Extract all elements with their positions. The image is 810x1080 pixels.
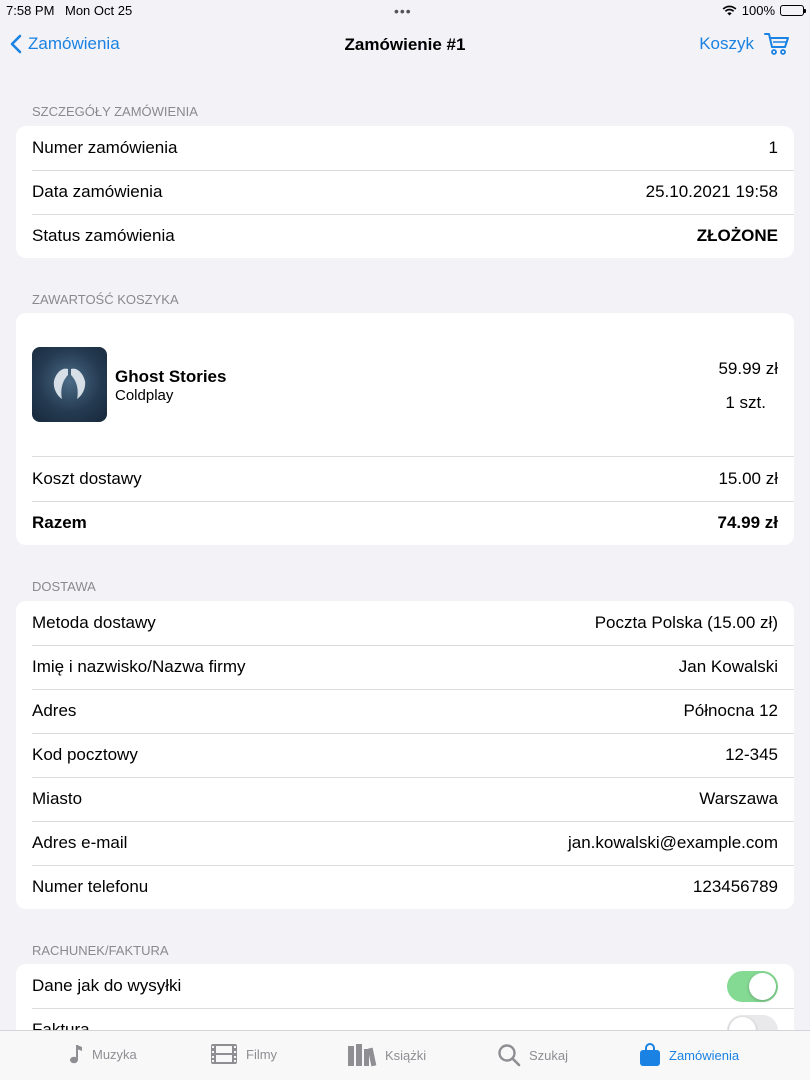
row-value: 1 [768, 138, 778, 157]
total-value: 74.99 zł [717, 513, 779, 532]
tab-label: Szukaj [529, 1047, 569, 1063]
item-price: 59.99 zł [718, 359, 778, 378]
row-label: Kod pocztowy [32, 745, 138, 764]
row-label: Data zamówienia [32, 182, 163, 201]
music-note-icon [70, 1045, 82, 1064]
invoice-row-same-as-shipping: Dane jak do wysyłki [16, 964, 794, 1008]
details-card: Numer zamówienia 1 Data zamówienia 25.10… [16, 126, 794, 258]
search-icon [498, 1044, 521, 1067]
tab-bar: Muzyka Filmy Książki Szukaj Zamówienia [0, 1030, 810, 1080]
cart-button[interactable]: Koszyk [699, 32, 790, 56]
section-header-invoice: RACHUNEK/FAKTURA [32, 943, 169, 958]
cart-icon [764, 33, 789, 55]
row-label: Metoda dostawy [32, 613, 156, 632]
cart-card: Ghost Stories Coldplay 59.99 zł 1 szt. K… [16, 313, 794, 545]
status-time: 7:58 PM [6, 3, 55, 18]
delivery-row-method: Metoda dostawy Poczta Polska (15.00 zł) [16, 601, 794, 645]
section-header-details: SZCZEGÓŁY ZAMÓWIENIA [32, 104, 198, 119]
navigation-bar: Zamówienia Zamówienie #1 Koszyk [0, 22, 810, 68]
tab-label: Muzyka [92, 1046, 137, 1062]
delivery-row-email: Adres e-mail jan.kowalski@example.com [16, 821, 794, 865]
shipping-cost-row: Koszt dostawy 15.00 zł [16, 457, 794, 501]
cart-item[interactable]: Ghost Stories Coldplay 59.99 zł 1 szt. [16, 313, 794, 456]
row-label: Adres e-mail [32, 833, 128, 852]
delivery-row-city: Miasto Warszawa [16, 777, 794, 821]
row-value: 123456789 [692, 877, 778, 896]
detail-row-order-status: Status zamówienia ZŁOŻONE [16, 214, 794, 258]
status-bar: 7:58 PM Mon Oct 25 ••• 100% [0, 0, 810, 22]
row-value: 15.00 zł [718, 469, 778, 488]
tab-music[interactable]: Muzyka [68, 1043, 137, 1065]
row-label: Imię i nazwisko/Nazwa firmy [32, 657, 246, 676]
album-cover [32, 347, 107, 422]
cart-label: Koszyk [699, 34, 754, 53]
total-label: Razem [32, 513, 87, 532]
bag-icon [640, 1043, 660, 1066]
books-icon [348, 1044, 377, 1067]
delivery-card: Metoda dostawy Poczta Polska (15.00 zł) … [16, 601, 794, 909]
row-label: Miasto [32, 789, 83, 808]
status-right: 100% [722, 3, 806, 18]
delivery-row-name: Imię i nazwisko/Nazwa firmy Jan Kowalski [16, 645, 794, 689]
tab-label: Książki [385, 1047, 427, 1063]
row-value: jan.kowalski@example.com [567, 833, 778, 852]
battery-percent: 100% [741, 3, 775, 18]
row-label: Numer zamówienia [32, 138, 178, 157]
angel-wings-icon [53, 368, 86, 399]
row-label: Koszt dostawy [32, 469, 142, 488]
tab-search[interactable]: Szukaj [497, 1043, 568, 1067]
same-as-shipping-toggle[interactable] [727, 970, 778, 1002]
tab-orders[interactable]: Zamówienia [639, 1043, 739, 1067]
row-label: Numer telefonu [32, 877, 149, 896]
film-icon [211, 1044, 237, 1064]
row-value: Warszawa [699, 789, 778, 808]
tab-movies[interactable]: Filmy [210, 1043, 277, 1065]
row-value: 12-345 [725, 745, 778, 764]
multitasking-dots-icon[interactable]: ••• [394, 3, 412, 19]
row-label: Dane jak do wysyłki [32, 976, 182, 995]
section-header-delivery: DOSTAWA [32, 579, 96, 594]
item-title: Ghost Stories [115, 367, 227, 386]
delivery-row-postal-code: Kod pocztowy 12-345 [16, 733, 794, 777]
section-header-cart: ZAWARTOŚĆ KOSZYKA [32, 292, 179, 307]
delivery-row-phone: Numer telefonu 123456789 [16, 865, 794, 909]
row-label: Status zamówienia [32, 226, 175, 245]
tab-label: Zamówienia [669, 1047, 740, 1063]
row-value: Północna 12 [683, 701, 778, 720]
battery-icon [780, 5, 806, 16]
page-title: Zamówienie #1 [344, 35, 466, 54]
row-value: 25.10.2021 19:58 [645, 182, 778, 201]
detail-row-order-number: Numer zamówienia 1 [16, 126, 794, 170]
tab-books[interactable]: Książki [347, 1043, 426, 1067]
delivery-row-address: Adres Północna 12 [16, 689, 794, 733]
item-artist: Coldplay [115, 387, 174, 404]
wifi-icon [722, 5, 737, 16]
status-badge: ZŁOŻONE [696, 226, 778, 245]
row-value: Poczta Polska (15.00 zł) [594, 613, 778, 632]
detail-row-order-date: Data zamówienia 25.10.2021 19:58 [16, 170, 794, 214]
row-label: Adres [32, 701, 77, 720]
tab-label: Filmy [246, 1046, 278, 1062]
total-row: Razem 74.99 zł [16, 501, 794, 545]
item-quantity: 1 szt. [725, 393, 766, 412]
status-date: Mon Oct 25 [65, 3, 133, 18]
row-value: Jan Kowalski [678, 657, 778, 676]
